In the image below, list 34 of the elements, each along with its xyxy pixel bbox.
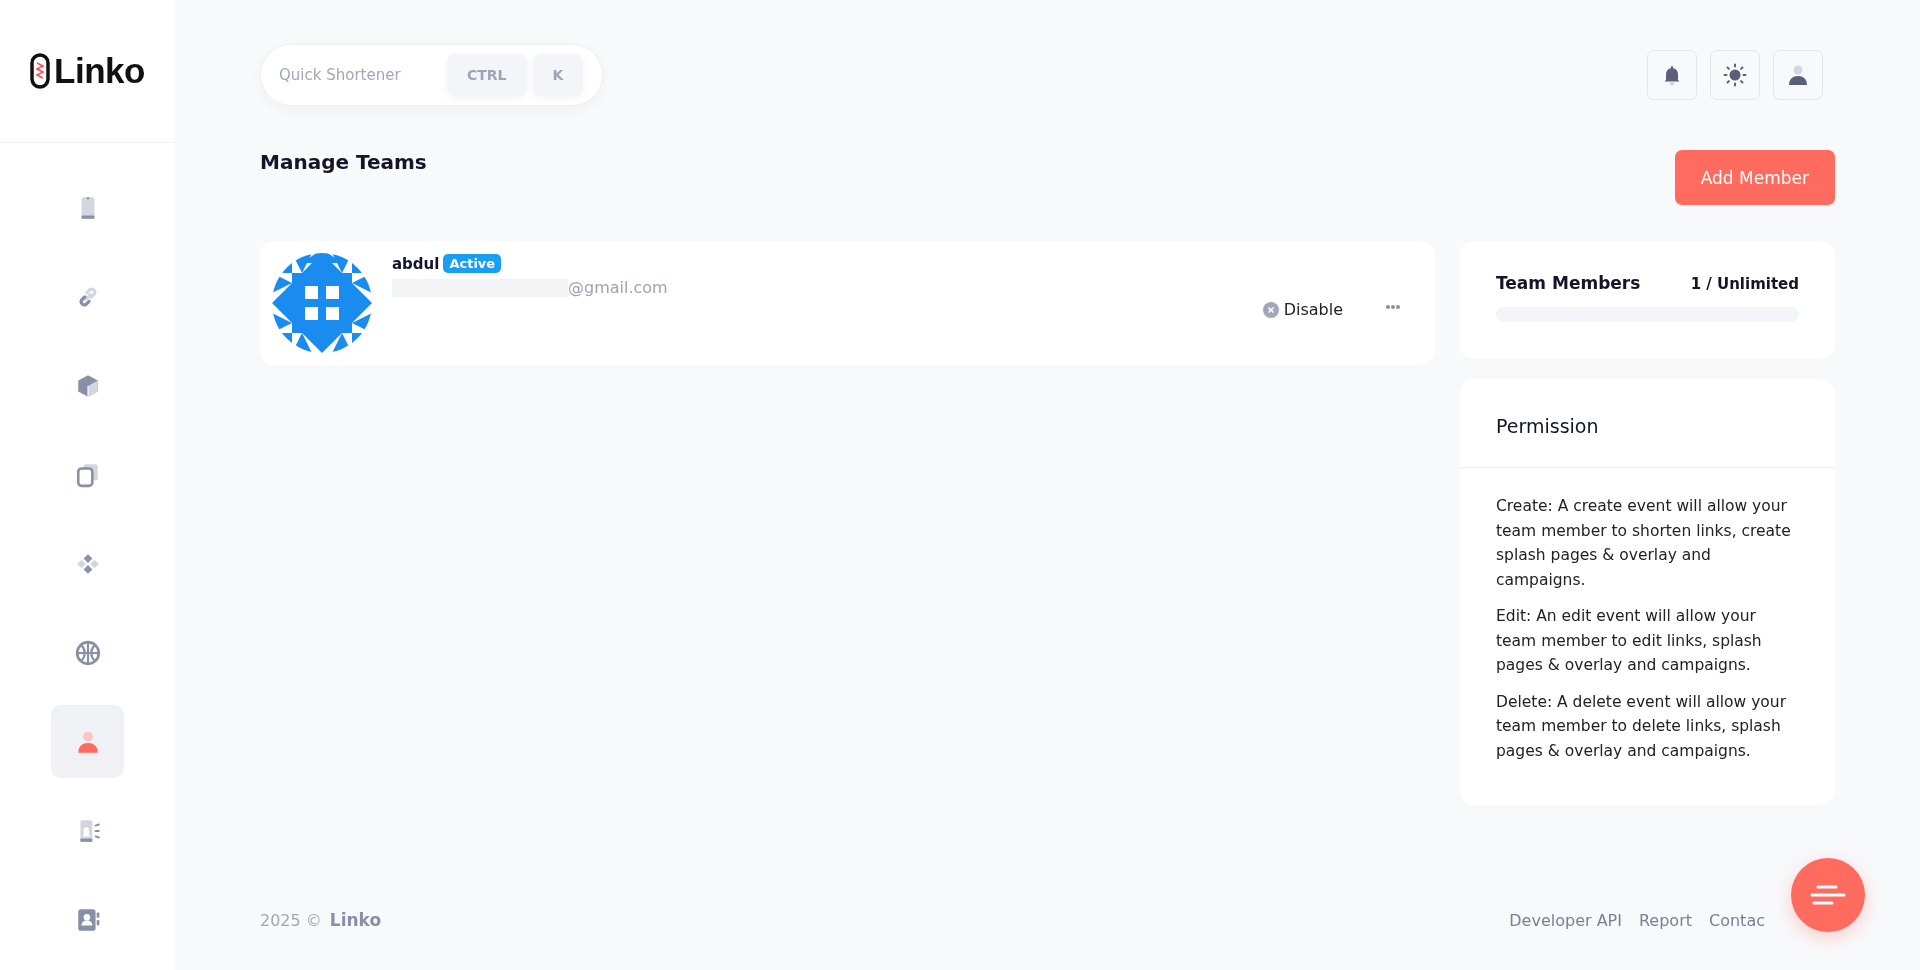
copy-icon: [74, 461, 101, 488]
sidebar-item[interactable]: [51, 705, 124, 778]
sun-icon: [1723, 63, 1747, 87]
profile-button[interactable]: [1773, 50, 1823, 100]
page-title: Manage Teams: [260, 150, 427, 174]
quick-shortener-field[interactable]: Quick Shortener: [277, 65, 441, 85]
copyright-text: 2025 ©: [260, 910, 322, 930]
theme-button[interactable]: [1710, 50, 1760, 100]
notifications-button[interactable]: [1647, 50, 1697, 100]
add-member-button[interactable]: Add Member: [1674, 150, 1835, 205]
member-name: abdul: [392, 254, 440, 273]
logo-icon: [30, 53, 51, 89]
member-count: 1 / Unlimited: [1690, 275, 1799, 293]
keyboard-key: K: [532, 54, 584, 96]
footer-brand: Linko: [329, 910, 382, 930]
menu-fab[interactable]: [1791, 858, 1865, 932]
status-badge: Active: [443, 254, 502, 273]
card-title: Team Members: [1496, 273, 1641, 293]
footer-link[interactable]: Report: [1638, 910, 1692, 930]
user-icon: [1786, 63, 1810, 87]
card-title: Permission: [1460, 379, 1835, 468]
logo-text: Linko: [54, 51, 145, 91]
keyboard-key: CTRL: [447, 54, 527, 96]
member-email: @gmail.com: [568, 278, 668, 297]
footer-link[interactable]: Developer API: [1509, 910, 1622, 930]
more-icon[interactable]: [1385, 304, 1401, 310]
footer-link[interactable]: Contac: [1709, 910, 1765, 930]
close-circle-icon: [1262, 301, 1279, 318]
globe-icon: [74, 639, 101, 666]
disable-button[interactable]: Disable: [1262, 300, 1343, 319]
permission-description: Edit: An edit event will allow your team member to edit links, splash pages & overlay and campaigns.: [1496, 606, 1763, 676]
permission-description: Create: A create event will allow your team member to shorten links, create splash pages & overlay and campaigns.: [1496, 496, 1792, 591]
menu-icon: [1810, 883, 1846, 907]
permission-description: Delete: A delete event will allow your team member to delete links, splash pages & overlay and campaigns.: [1496, 691, 1787, 762]
